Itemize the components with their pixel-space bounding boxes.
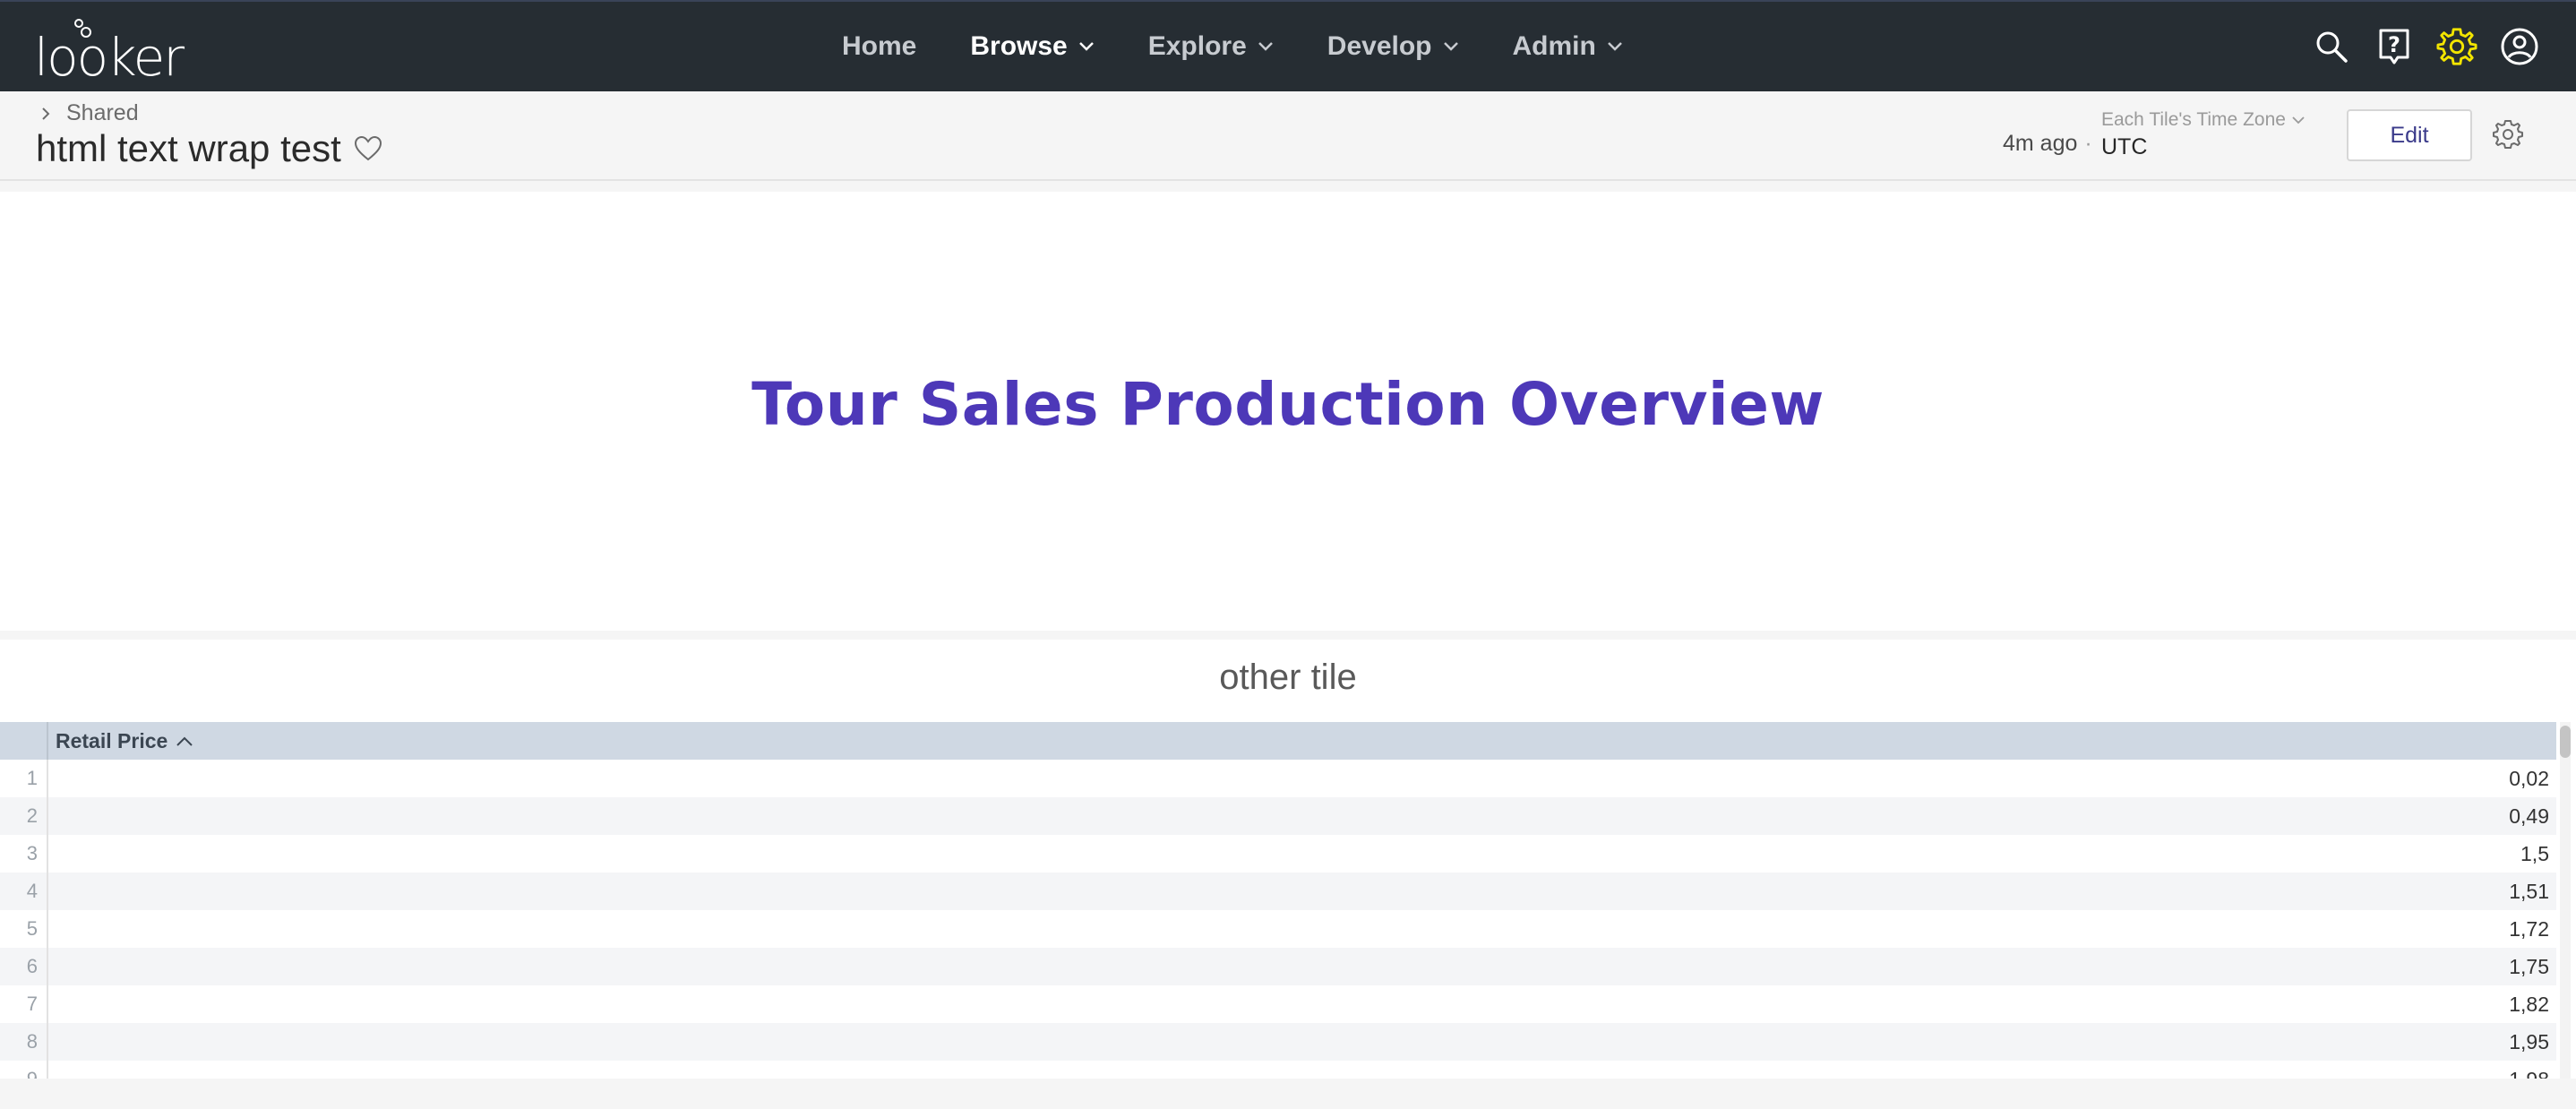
row-index: 3 [0,835,48,873]
favorite-heart-icon[interactable] [354,135,382,162]
retail-price-cell: 1,95 [2509,1029,2549,1053]
looker-logo[interactable]: looker [34,18,185,88]
last-refreshed: 4m ago · [2003,131,2099,157]
nav-develop-label: Develop [1327,31,1432,61]
retail-price-cell: 1,75 [2509,954,2549,978]
table-tile-title: other tile [1219,658,1357,697]
settings-gear-icon[interactable] [2436,26,2477,67]
timezone-value: UTC [2101,134,2148,159]
row-index: 1 [0,760,48,797]
retail-price-cell: 1,72 [2509,916,2549,941]
retail-price-cell: 1,98 [48,1068,2556,1079]
breadcrumb-folder[interactable]: Shared [66,100,139,126]
edit-button[interactable]: Edit [2347,109,2472,161]
table-row: 8 1,95 [0,1023,2556,1061]
nav-admin-label: Admin [1512,31,1596,61]
timezone-label: Each Tile's Time Zone [2101,109,2286,130]
breadcrumb[interactable]: Shared [39,100,139,126]
text-tile: Tour Sales Production Overview [0,192,2576,631]
row-index: 8 [0,1023,48,1061]
chevron-down-icon [1258,42,1273,51]
table-row: 1 0,02 [0,760,2556,797]
user-account-icon[interactable] [2499,26,2540,67]
chevron-down-icon [1443,42,1458,51]
title-row: html text wrap test [36,127,382,170]
nav-browse-label: Browse [970,31,1068,61]
table-row: 7 1,82 [0,985,2556,1023]
row-index: 6 [0,948,48,985]
chevron-down-icon [1607,42,1622,51]
table-scrollbar[interactable] [2560,722,2571,1079]
chevron-down-icon [2292,116,2305,125]
nav-develop[interactable]: Develop [1327,31,1459,62]
nav-admin[interactable]: Admin [1513,31,1623,62]
table-row: 5 1,72 [0,910,2556,948]
retail-price-cell: 1,51 [2509,879,2549,903]
separator-dot: · [2084,131,2092,156]
row-index-header [0,722,48,760]
nav-home-label: Home [842,31,917,61]
logo-circles-icon [74,19,91,38]
table-tile: other tile Retail Price 1 0,02 2 0,49 3 1,5… [0,640,2576,1079]
table-row: 2 0,49 [0,797,2556,835]
main-menu: Home Browse Explore Develop Admin [842,2,1677,91]
column-header-label: Retail Price [56,728,168,752]
nav-browse[interactable]: Browse [970,31,1094,62]
scrollbar-thumb[interactable] [2560,726,2571,758]
nav-explore-label: Explore [1147,31,1247,61]
text-tile-heading: Tour Sales Production Overview [751,369,1825,439]
row-index: 9 [0,1061,48,1079]
timezone-selector[interactable]: Each Tile's Time Zone UTC [2101,109,2306,160]
top-navigation-bar: looker Home Browse Explore Develop Admin [0,0,2576,91]
row-index: 4 [0,873,48,910]
dashboard-header: Shared html text wrap test 4m ago · Each … [0,91,2576,181]
logo-wordmark: looker [34,27,185,88]
nav-icon-group: ? [2289,2,2540,91]
table-row: 4 1,51 [0,873,2556,910]
search-icon[interactable] [2311,26,2352,67]
retail-price-cell: 1,5 [2520,841,2549,865]
dashboard-bottom-gap [0,1079,2576,1109]
retail-price-cell: 0,49 [2509,804,2549,828]
dashboard-settings-gear-icon[interactable] [2492,118,2524,150]
table-row: 6 1,75 [0,948,2556,985]
sort-ascending-icon[interactable] [175,735,194,747]
data-table: Retail Price 1 0,02 2 0,49 3 1,5 4 1,51 5 1,7… [0,722,2556,1079]
retail-price-cell: 0,02 [2509,766,2549,790]
table-row: 91,98 [0,1061,2556,1079]
row-index: 7 [0,985,48,1023]
column-header-retail-price[interactable]: Retail Price [48,729,194,753]
dashboard-title: html text wrap test [36,127,341,169]
chevron-right-icon [42,107,50,120]
svg-text:?: ? [2388,32,2400,57]
table-row: 3 1,5 [0,835,2556,873]
nav-home[interactable]: Home [842,31,916,62]
chevron-down-icon [1078,42,1094,51]
retail-price-cell: 1,82 [2509,992,2549,1016]
nav-explore[interactable]: Explore [1148,31,1274,62]
row-index: 5 [0,910,48,948]
timezone-label-row: Each Tile's Time Zone [2101,109,2306,131]
help-icon[interactable]: ? [2374,26,2415,67]
row-index: 2 [0,797,48,835]
refreshed-time: 4m ago [2003,131,2078,156]
table-header-row: Retail Price [0,722,2556,760]
